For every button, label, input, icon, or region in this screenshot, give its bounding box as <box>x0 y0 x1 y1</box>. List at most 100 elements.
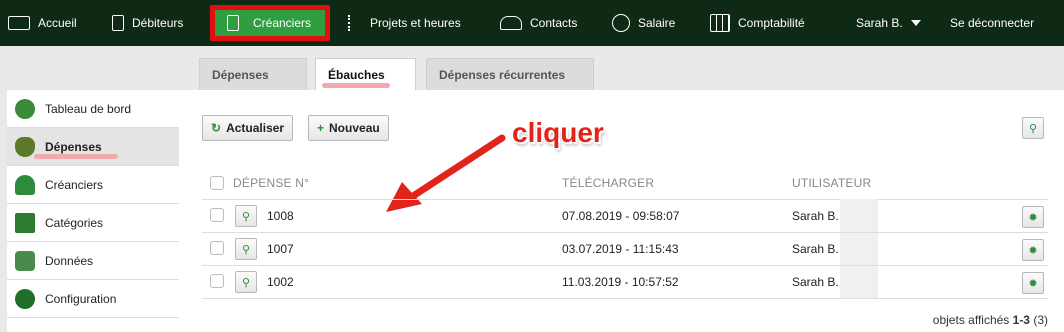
depense-number[interactable]: 1002 <box>267 275 294 289</box>
column-header-telecharger: TÉLÉCHARGER <box>562 176 655 190</box>
nav-label: Salaire <box>638 16 676 30</box>
nav-label: Débiteurs <box>132 16 184 30</box>
money-bag-icon <box>15 136 35 157</box>
grid-icon <box>710 14 730 32</box>
logout-label: Se déconnecter <box>950 16 1035 30</box>
row-divider <box>202 265 1048 266</box>
summary-prefix: objets affichés <box>932 313 1010 327</box>
sidebar-item-label: Données <box>45 253 94 268</box>
settings-button[interactable]: ✹ <box>1022 206 1044 228</box>
logout-link[interactable]: Se déconnecter <box>950 0 1034 46</box>
nav-item-accueil[interactable]: Accueil <box>8 0 77 46</box>
summary-total: (3) <box>1033 313 1048 327</box>
person-icon <box>15 174 35 195</box>
sidebar-item-creanciers[interactable]: Créanciers <box>7 166 179 204</box>
row-divider <box>202 232 1048 233</box>
annotation-text: cliquer <box>512 117 604 148</box>
column-header-utilisateur: UTILISATEUR <box>792 176 872 190</box>
sidebar-item-depenses[interactable]: Dépenses <box>7 128 185 166</box>
depense-number[interactable]: 1007 <box>267 242 294 256</box>
settings-button[interactable]: ✹ <box>1022 239 1044 261</box>
gear-icon: ✹ <box>1028 244 1038 257</box>
nav-item-comptabilite[interactable]: Comptabilité <box>710 0 805 46</box>
download-date: 11.03.2019 - 10:57:52 <box>562 275 679 289</box>
row-divider <box>202 199 1048 200</box>
sidebar-item-configuration[interactable]: Configuration <box>7 280 179 318</box>
view-button[interactable]: ⚲ <box>235 271 257 293</box>
sidebar-item-label: Dépenses <box>45 139 102 154</box>
refresh-icon: ↻ <box>211 121 222 135</box>
user-name: Sarah B. <box>856 16 903 30</box>
view-button[interactable]: ⚲ <box>235 238 257 260</box>
nav-label: Créanciers <box>253 16 312 30</box>
summary-range: 1-3 <box>1012 313 1030 327</box>
search-icon: ⚲ <box>241 210 251 223</box>
document-icon <box>112 15 124 31</box>
nav-label: Comptabilité <box>738 16 805 30</box>
row-checkbox[interactable] <box>210 274 224 288</box>
nav-label: Projets et heures <box>370 16 461 30</box>
sidebar-item-donnees[interactable]: Données <box>7 242 179 280</box>
column-header-depense: DÉPENSE N° <box>233 176 310 190</box>
download-date: 03.07.2019 - 11:15:43 <box>562 242 679 256</box>
new-button[interactable]: + Nouveau <box>308 115 389 141</box>
search-button[interactable]: ⚲ <box>1022 117 1044 139</box>
nav-label: Accueil <box>38 16 77 30</box>
search-icon: ⚲ <box>241 243 251 256</box>
globe-icon <box>15 98 35 119</box>
nav-item-creanciers[interactable]: Créanciers <box>210 5 331 41</box>
tab-depenses[interactable]: Dépenses <box>199 58 307 90</box>
tab-label: Dépenses <box>212 68 269 82</box>
top-navigation: Accueil Débiteurs Créanciers Projets et … <box>0 0 1064 46</box>
checklist-icon <box>348 15 362 31</box>
gear-icon: ✹ <box>1028 211 1038 224</box>
document-icon <box>227 15 239 31</box>
sidebar-item-label: Catégories <box>45 215 104 230</box>
money-clock-icon <box>612 14 630 32</box>
new-label: Nouveau <box>329 121 380 135</box>
search-icon: ⚲ <box>241 276 251 289</box>
gear-icon: ✹ <box>1028 277 1038 290</box>
row-checkbox[interactable] <box>210 241 224 255</box>
user-name: Sarah B. <box>792 209 839 223</box>
chevron-down-icon <box>910 20 921 26</box>
nav-item-salaire[interactable]: Salaire <box>612 0 675 46</box>
settings-button[interactable]: ✹ <box>1022 272 1044 294</box>
row-divider <box>202 298 1048 299</box>
select-all-checkbox[interactable] <box>210 176 224 190</box>
redaction-block <box>840 199 878 232</box>
plus-icon: + <box>317 121 325 135</box>
sidebar-item-label: Tableau de bord <box>45 101 132 116</box>
row-checkbox[interactable] <box>210 208 224 222</box>
sidebar-item-categories[interactable]: Catégories <box>7 204 179 242</box>
refresh-button[interactable]: ↻ Actualiser <box>202 115 294 141</box>
refresh-label: Actualiser <box>226 121 285 135</box>
database-gear-icon <box>15 250 35 271</box>
sidebar: Tableau de bord Dépenses Créanciers Caté… <box>7 90 185 332</box>
clock-icon <box>15 288 35 309</box>
highlight-underline <box>322 83 390 88</box>
tab-label: Ébauches <box>328 68 385 82</box>
user-name: Sarah B. <box>792 275 839 289</box>
pagination-summary: objets affichés 1-3 (3) <box>933 313 1048 327</box>
nav-item-projets[interactable]: Projets et heures <box>348 0 461 46</box>
view-button[interactable]: ⚲ <box>235 205 257 227</box>
nav-item-contacts[interactable]: Contacts <box>500 0 577 46</box>
people-icon <box>500 16 522 30</box>
tab-label: Dépenses récurrentes <box>439 68 566 82</box>
book-icon <box>15 212 35 233</box>
download-date: 07.08.2019 - 09:58:07 <box>562 209 680 223</box>
user-name: Sarah B. <box>792 242 839 256</box>
search-icon: ⚲ <box>1028 122 1038 135</box>
tab-depenses-recurrentes[interactable]: Dépenses récurrentes <box>426 58 594 90</box>
sidebar-item-label: Créanciers <box>45 177 104 192</box>
nav-item-debiteurs[interactable]: Débiteurs <box>112 0 183 46</box>
user-menu[interactable]: Sarah B. <box>856 0 921 46</box>
sidebar-item-label: Configuration <box>45 291 117 306</box>
redaction-block <box>840 233 878 265</box>
highlight-underline <box>34 154 118 159</box>
sidebar-item-tableau-de-bord[interactable]: Tableau de bord <box>7 90 179 128</box>
keyboard-icon <box>8 16 30 30</box>
redaction-block <box>840 266 878 298</box>
depense-number[interactable]: 1008 <box>267 209 294 223</box>
